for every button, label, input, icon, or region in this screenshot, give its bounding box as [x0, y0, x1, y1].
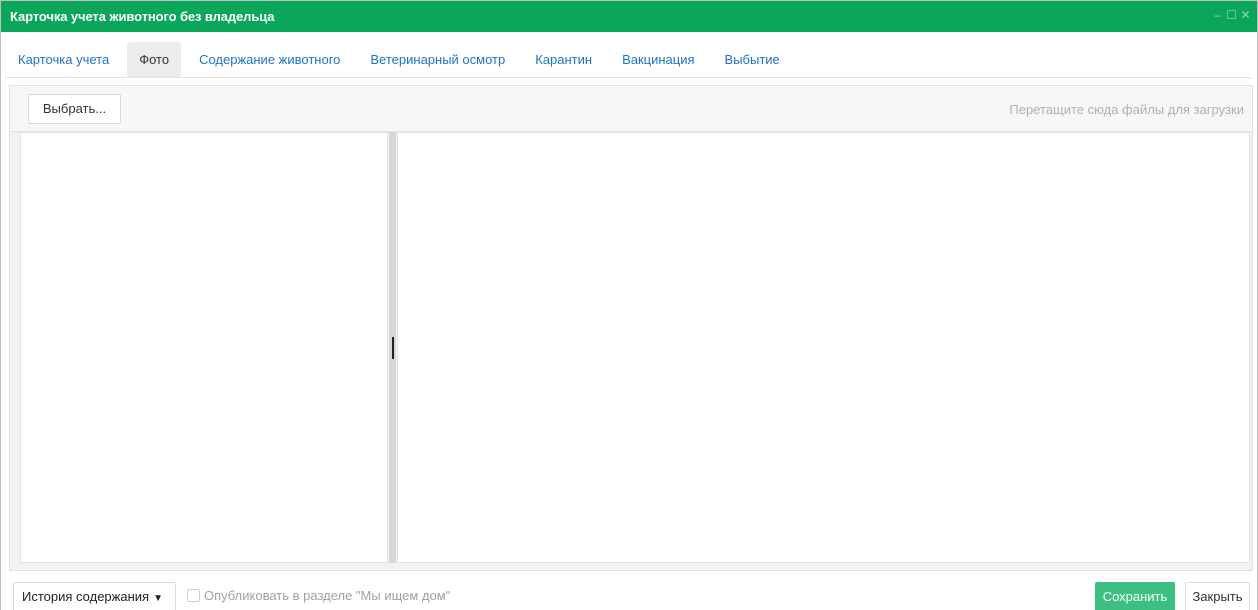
save-button[interactable]: Сохранить [1095, 582, 1175, 610]
dialog-footer: История содержания ▼ Опубликовать в разде… [1, 573, 1257, 610]
publish-option[interactable]: Опубликовать в разделе "Мы ищем дом" [187, 588, 450, 603]
tab-bar: Карточка учета Фото Содержание животного… [6, 42, 798, 78]
history-label: История содержания [22, 589, 150, 604]
upload-toolbar[interactable]: Выбрать... Перетащите сюда файлы для заг… [10, 86, 1252, 132]
tab-quarantine[interactable]: Карантин [523, 42, 604, 78]
pane-splitter[interactable] [389, 132, 396, 563]
caret-down-icon: ▼ [153, 593, 163, 604]
close-button[interactable]: Закрыть [1185, 582, 1250, 610]
tab-registration-card[interactable]: Карточка учета [6, 42, 121, 78]
minimize-icon[interactable]: – [1212, 8, 1223, 22]
choose-file-button[interactable]: Выбрать... [28, 94, 121, 124]
publish-label[interactable]: Опубликовать в разделе "Мы ищем дом" [204, 588, 450, 603]
tab-animal-keeping[interactable]: Содержание животного [187, 42, 352, 78]
drop-zone-hint: Перетащите сюда файлы для загрузки [1009, 102, 1244, 117]
photo-list-pane[interactable] [20, 132, 388, 563]
close-icon[interactable]: ✕ [1240, 8, 1251, 22]
splitter-grip-icon[interactable] [392, 337, 394, 359]
maximize-icon[interactable]: ☐ [1226, 8, 1237, 22]
tab-vaccination[interactable]: Вакцинация [610, 42, 706, 78]
photo-panel: Выбрать... Перетащите сюда файлы для заг… [9, 85, 1253, 571]
history-dropdown-button[interactable]: История содержания ▼ [13, 582, 176, 610]
animal-card-window: Карточка учета животного без владельца –… [0, 0, 1258, 610]
tab-divider [6, 77, 1252, 78]
window-titlebar[interactable]: Карточка учета животного без владельца –… [1, 1, 1257, 32]
window-title: Карточка учета животного без владельца [10, 9, 275, 24]
publish-checkbox[interactable] [187, 589, 200, 602]
tab-disposal[interactable]: Выбытие [713, 42, 792, 78]
tab-photo[interactable]: Фото [127, 42, 182, 78]
window-controls: – ☐ ✕ [1212, 8, 1251, 22]
photo-preview-pane [397, 132, 1250, 563]
tab-vet-exam[interactable]: Ветеринарный осмотр [358, 42, 517, 78]
